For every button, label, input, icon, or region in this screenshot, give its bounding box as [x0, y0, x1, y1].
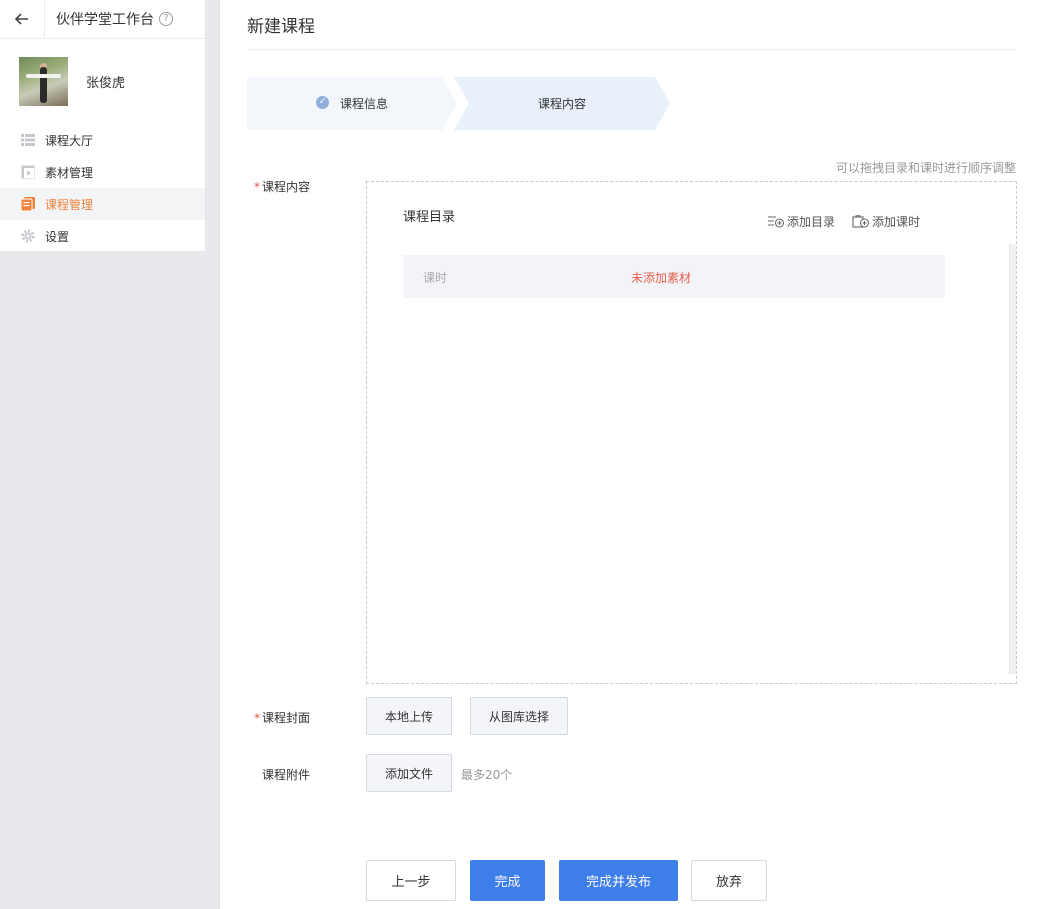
list-icon: [21, 134, 35, 146]
step-label: 课程内容: [537, 97, 586, 111]
step-label: 课程信息: [339, 97, 388, 111]
gallery-select-button[interactable]: 从图库选择: [470, 697, 568, 735]
lesson-status: 未添加素材: [631, 271, 692, 285]
user-profile: 张俊虎: [0, 39, 205, 124]
finish-button[interactable]: 完成: [470, 860, 545, 901]
scrollbar[interactable]: [1009, 244, 1016, 674]
catalog-title: 课程目录: [403, 210, 456, 225]
step-course-content[interactable]: 课程内容: [454, 77, 670, 130]
drag-hint: 可以拖拽目录和课时进行顺序调整: [835, 161, 1016, 175]
back-button[interactable]: [0, 0, 45, 39]
required-mark: *: [254, 711, 260, 725]
arrow-left-icon: [15, 13, 28, 25]
lesson-label: 课时: [423, 271, 448, 285]
lesson-row[interactable]: 课时 未添加素材: [403, 255, 945, 298]
sidebar-item-course-management[interactable]: 课程管理: [0, 188, 205, 220]
gear-icon: [21, 229, 35, 243]
media-icon: [21, 165, 35, 179]
add-file-button[interactable]: 添加文件: [366, 754, 452, 792]
check-icon: ✓: [315, 95, 329, 109]
page-title: 新建课程: [247, 17, 315, 37]
cover-label: * 课程封面: [254, 711, 311, 725]
content-label: * 课程内容: [254, 180, 311, 194]
course-icon: [21, 197, 35, 211]
sidebar-item-label: 课程大厅: [45, 133, 94, 148]
sidebar-item-course-hall[interactable]: 课程大厅: [0, 124, 205, 156]
prev-step-button[interactable]: 上一步: [366, 860, 456, 901]
app-title: 伙伴学堂工作台: [56, 12, 154, 28]
attachment-label: 课程附件: [262, 768, 311, 782]
avatar[interactable]: [19, 57, 68, 106]
sidebar: 伙伴学堂工作台 ? 张俊虎 课程大厅 素材管理 课程管理 设置: [0, 0, 206, 252]
add-directory-icon: [768, 216, 785, 228]
sidebar-header: 伙伴学堂工作台 ?: [0, 0, 205, 39]
course-content-box[interactable]: 课程目录 添加目录 添加课时 课时 未添加素材: [366, 181, 1017, 684]
local-upload-button[interactable]: 本地上传: [366, 697, 452, 735]
sidebar-item-settings[interactable]: 设置: [0, 220, 205, 252]
main-panel: 新建课程 ✓ 课程信息 课程内容 可以拖拽目录和课时进行顺序调整 * 课程内容 课…: [219, 0, 1051, 909]
sidebar-item-materials[interactable]: 素材管理: [0, 156, 205, 188]
abandon-button[interactable]: 放弃: [691, 860, 767, 901]
step-course-info[interactable]: ✓ 课程信息: [247, 77, 457, 130]
divider: [247, 49, 1016, 50]
sidebar-item-label: 课程管理: [45, 197, 94, 212]
add-directory-button[interactable]: 添加目录: [767, 213, 835, 230]
username: 张俊虎: [86, 76, 126, 91]
add-lesson-icon: [852, 215, 870, 228]
required-mark: *: [254, 180, 260, 194]
sidebar-item-label: 设置: [45, 229, 70, 244]
finish-publish-button[interactable]: 完成并发布: [559, 860, 678, 901]
sidebar-item-label: 素材管理: [45, 165, 94, 180]
help-icon[interactable]: ?: [159, 12, 173, 26]
add-lesson-button[interactable]: 添加课时: [852, 213, 920, 230]
attachment-hint: 最多20个: [461, 768, 513, 782]
